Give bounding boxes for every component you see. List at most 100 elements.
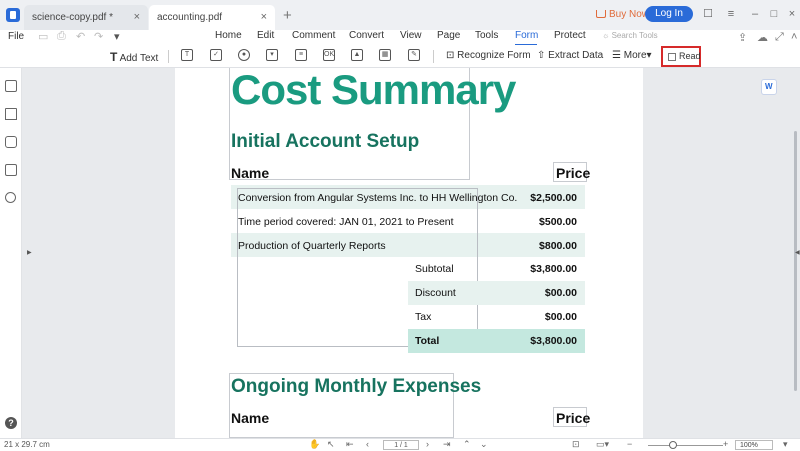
line-item-description: Time period covered: JAN 01, 2021 to Pre… — [238, 216, 454, 228]
add-text-label: Add Text — [119, 53, 159, 64]
fit-page-icon[interactable]: ⊡ — [572, 439, 580, 450]
menu-file[interactable]: File — [8, 31, 24, 42]
last-page-icon[interactable]: ⇥ — [443, 439, 451, 450]
comment-icon[interactable] — [5, 136, 17, 148]
menu-page[interactable]: Page — [437, 30, 460, 41]
cart-icon — [596, 10, 606, 18]
menu-icon[interactable]: ≡ — [725, 8, 737, 20]
column-name-header: Name — [231, 165, 270, 181]
app-logo-icon — [6, 8, 20, 22]
collapse-ribbon-icon[interactable]: ˄ — [791, 31, 797, 43]
collapse-panel-icon[interactable]: ◀ — [795, 249, 800, 256]
fullscreen-icon[interactable]: ▾ — [783, 439, 788, 450]
menu-view[interactable]: View — [400, 30, 422, 41]
vertical-scrollbar[interactable] — [794, 131, 797, 391]
add-tab-icon[interactable]: + — [283, 7, 292, 24]
customize-icon[interactable]: ▾ — [114, 30, 120, 43]
share-icon[interactable]: ⇪ — [738, 31, 747, 44]
search-tools[interactable]: ☼ Search Tools — [602, 31, 658, 40]
read-checkbox[interactable] — [668, 53, 676, 61]
convert-to-word-icon[interactable] — [761, 79, 777, 95]
list-box-icon[interactable]: ≡ — [295, 49, 307, 61]
button-field-icon[interactable]: OK — [323, 49, 335, 61]
tab-science-copy[interactable]: science-copy.pdf * × — [24, 5, 148, 30]
close-window-icon[interactable]: × — [786, 8, 798, 20]
image-field-icon[interactable]: ▲ — [351, 49, 363, 61]
date-field-icon[interactable]: ▦ — [379, 49, 391, 61]
more-icon: ☰ — [612, 50, 621, 61]
select-tool-icon[interactable]: ↖ — [327, 439, 335, 450]
upload-cloud-icon[interactable]: ☁ — [757, 31, 768, 44]
discount-label: Discount — [415, 287, 456, 299]
status-bar: 21 x 29.7 cm ✋ ↖ ⇤ ‹ 1 / 1 › ⇥ ⌃ ⌄ ⊡ ▭▾ … — [0, 438, 800, 451]
page-down-icon[interactable]: ⌄ — [480, 439, 488, 450]
menu-form[interactable]: Form — [515, 30, 538, 41]
tab-accounting[interactable]: accounting.pdf × — [149, 5, 275, 30]
zoom-level-input[interactable]: 100% — [735, 440, 773, 450]
column-name-header: Name — [231, 410, 270, 426]
save-icon[interactable]: ▭ — [38, 30, 48, 43]
undo-icon[interactable]: ↶ — [76, 30, 85, 43]
prev-page-icon[interactable]: ‹ — [366, 439, 369, 449]
zoom-slider-handle[interactable] — [669, 441, 677, 449]
pdf-page: Cost Summary Initial Account Setup Name … — [175, 68, 643, 438]
extract-data-button[interactable]: ⇧ Extract Data — [537, 50, 603, 61]
page-number-input[interactable]: 1 / 1 — [383, 440, 419, 450]
page-layout-icon[interactable]: ▭▾ — [596, 439, 609, 450]
minimize-icon[interactable]: – — [749, 8, 761, 20]
menu-home[interactable]: Home — [215, 30, 242, 41]
combo-box-icon[interactable]: ▾ — [266, 49, 278, 61]
zoom-slider[interactable] — [648, 445, 723, 446]
read-mode-toggle[interactable]: Read — [661, 46, 701, 67]
bookmark-icon[interactable] — [5, 108, 17, 120]
text-field-icon[interactable]: T — [181, 49, 193, 61]
right-panel — [644, 68, 800, 438]
discount-amount: $00.00 — [544, 287, 577, 299]
buy-now-link[interactable]: Buy Now — [596, 9, 649, 20]
login-button[interactable]: Log In — [645, 6, 693, 22]
expand-panel-icon[interactable]: ▶ — [27, 249, 32, 256]
menu-tools[interactable]: Tools — [475, 30, 498, 41]
search-tools-label: Search Tools — [611, 31, 658, 40]
thumbnails-icon[interactable] — [5, 80, 17, 92]
print-icon[interactable]: ⎙ — [57, 30, 66, 43]
left-sidebar: ? — [0, 68, 22, 438]
total-amount: $3,800.00 — [530, 335, 577, 347]
bulb-icon: ☼ — [602, 31, 612, 40]
help-icon[interactable]: ? — [5, 417, 17, 429]
add-text-button[interactable]: T Add Text — [110, 50, 158, 64]
menu-edit[interactable]: Edit — [257, 30, 274, 41]
column-price-header: Price — [556, 165, 591, 181]
first-page-icon[interactable]: ⇤ — [346, 439, 354, 450]
ribbon-divider — [168, 50, 169, 63]
more-label: More — [623, 50, 647, 61]
page-up-icon[interactable]: ⌃ — [463, 439, 471, 450]
zoom-out-icon[interactable]: − — [627, 439, 632, 449]
line-item-amount: $800.00 — [539, 240, 577, 252]
hand-tool-icon[interactable]: ✋ — [309, 439, 320, 450]
maximize-icon[interactable]: □ — [768, 8, 780, 20]
menu-convert[interactable]: Convert — [349, 30, 384, 41]
recognize-form-button[interactable]: ⊡ Recognize Form — [446, 50, 531, 61]
close-icon[interactable]: × — [134, 11, 140, 23]
search-icon[interactable] — [5, 192, 16, 203]
signature-field-icon[interactable]: ✎ — [408, 49, 420, 61]
menu-protect[interactable]: Protect — [554, 30, 586, 41]
recognize-form-label: Recognize Form — [457, 50, 531, 61]
attachment-icon[interactable] — [5, 164, 17, 176]
radio-button-icon[interactable]: ● — [238, 49, 250, 61]
more-button[interactable]: ☰ More▾ — [612, 50, 652, 61]
tab-label: accounting.pdf — [157, 12, 223, 23]
checkbox-icon[interactable]: ✓ — [210, 49, 222, 61]
next-page-icon[interactable]: › — [426, 439, 429, 449]
line-item-amount: $2,500.00 — [530, 192, 577, 204]
zoom-in-icon[interactable]: + — [723, 439, 728, 449]
redo-icon[interactable]: ↷ — [94, 30, 103, 43]
document-title: Cost Summary — [231, 68, 516, 113]
feedback-icon[interactable]: ☐ — [702, 8, 714, 20]
close-icon[interactable]: × — [261, 11, 267, 23]
expand-icon[interactable]: ⤢ — [775, 31, 784, 44]
subtotal-label: Subtotal — [415, 263, 454, 275]
menu-comment[interactable]: Comment — [292, 30, 335, 41]
chevron-down-icon: ▾ — [646, 50, 652, 61]
